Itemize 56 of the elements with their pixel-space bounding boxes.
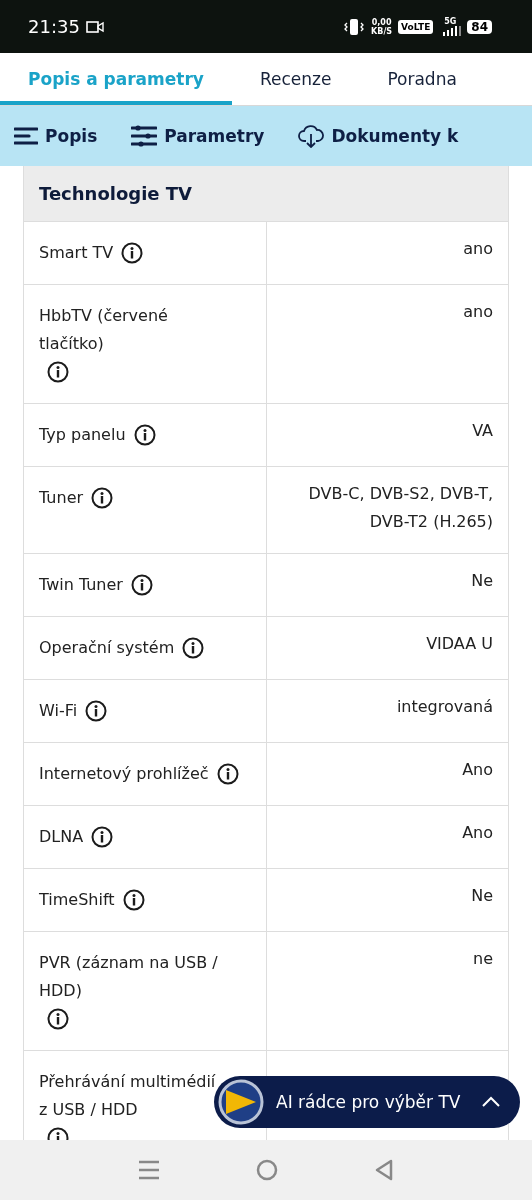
tab[interactable]: Poradna [359, 53, 485, 105]
info-icon[interactable] [47, 1008, 69, 1030]
parameter-name: Twin Tuner [39, 574, 123, 596]
network-speed: 0,00 [371, 17, 392, 27]
info-icon[interactable] [216, 763, 239, 785]
sliders-icon [131, 125, 158, 147]
parameter-name: Operační systém [39, 637, 175, 659]
battery-level: 84 [467, 19, 492, 34]
parameter-value: Ano [462, 760, 493, 779]
tab[interactable]: Recenze [231, 53, 360, 105]
parameter-value: VIDAA U [426, 634, 493, 653]
parameter-name: Internetový prohlížeč [39, 763, 209, 785]
menu-icon[interactable] [138, 1160, 160, 1180]
back-icon[interactable] [374, 1159, 394, 1181]
info-icon[interactable] [133, 424, 156, 446]
home-icon[interactable] [256, 1159, 278, 1181]
parameter-value: VA [472, 421, 493, 440]
parameter-value: ne [473, 949, 493, 968]
info-icon[interactable] [85, 700, 108, 722]
section-link[interactable]: Popis [14, 126, 98, 146]
parameter-name: Wi-Fi [39, 700, 78, 722]
parameter-name: Typ panelu [39, 424, 126, 446]
info-icon[interactable] [47, 361, 69, 383]
volte-badge: VoLTE [398, 19, 434, 34]
section-link[interactable]: Dokumenty k [298, 124, 459, 148]
parameter-name: Smart TV [39, 242, 114, 264]
info-icon[interactable] [91, 826, 114, 848]
section-heading: Technologie TV [24, 166, 508, 221]
parameter-value: Ano [462, 823, 493, 842]
parameter-name: Tuner [39, 487, 84, 509]
parameter-name: DLNA [39, 826, 84, 848]
info-icon[interactable] [182, 637, 205, 659]
menu-lines-icon [14, 126, 38, 146]
section-link[interactable]: Parametry [131, 125, 265, 147]
parameter-value: DVB-C, DVB-S2, DVB-T, DVB-T2 (H.265) [308, 484, 493, 531]
parameter-name: PVR (záznam na USB / HDD) [39, 952, 219, 1002]
cloud-download-icon [298, 124, 325, 148]
parameter-value: ano [463, 302, 493, 321]
info-icon[interactable] [130, 574, 153, 596]
ai-advisor-button[interactable]: AI rádce pro výběr TV [214, 1076, 520, 1128]
info-icon[interactable] [91, 487, 114, 509]
parameter-value: Ne [471, 886, 493, 905]
info-icon[interactable] [122, 889, 145, 911]
info-icon[interactable] [121, 242, 144, 264]
speed-unit: KB/S [371, 26, 393, 36]
play-logo-icon [218, 1079, 264, 1125]
parameter-value: integrovaná [396, 697, 493, 716]
parameter-value: ano [463, 239, 493, 258]
parameter-value: Ne [471, 571, 493, 590]
clock-time: 21:35 [28, 16, 80, 37]
parameter-name: Přehrávání multimédií z USB / HDD [39, 1071, 217, 1121]
parameter-name: HbbTV (červené tlačítko) [39, 305, 169, 355]
parameter-name: TimeShift [39, 889, 115, 911]
network-type: 5G [444, 17, 457, 26]
video-camera-icon [85, 20, 104, 33]
vibrate-icon [343, 17, 366, 36]
